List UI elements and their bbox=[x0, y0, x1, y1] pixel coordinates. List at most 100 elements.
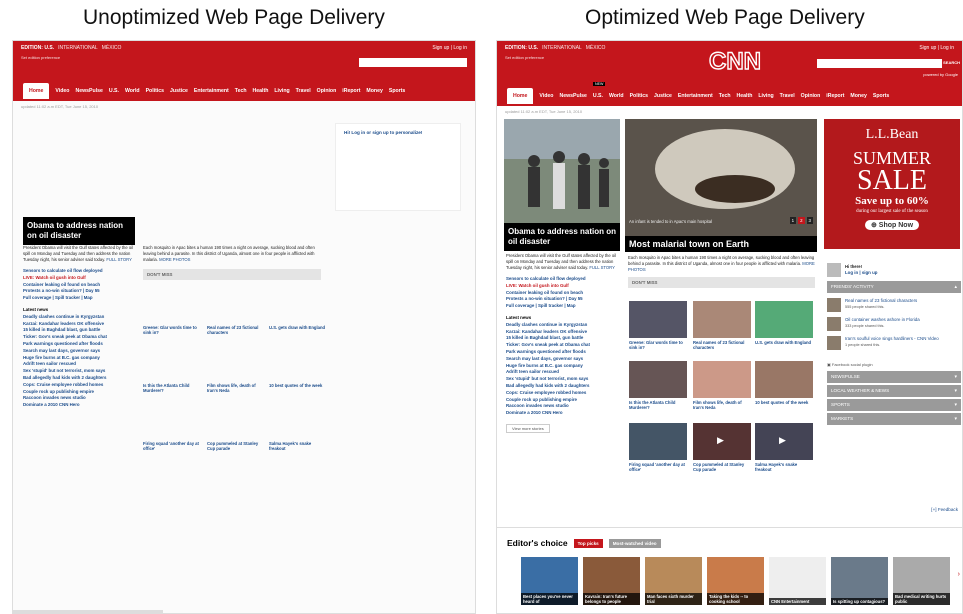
edition-us[interactable]: EDITION: U.S. bbox=[21, 45, 54, 51]
sidebar-tab-markets[interactable]: MARKETS ▾ bbox=[827, 413, 961, 425]
nav-item-entertainment[interactable]: Entertainment bbox=[194, 88, 229, 94]
signin-link[interactable]: Sign up | Log in bbox=[432, 45, 467, 51]
nav-item-living[interactable]: Living bbox=[274, 88, 289, 94]
sidebar-tab-sports[interactable]: SPORTS ▾ bbox=[827, 399, 961, 411]
pager-3[interactable]: 3 bbox=[806, 217, 813, 224]
latest-news-item[interactable]: Ticker: Gov's sneak peek at Obama chat bbox=[506, 342, 622, 349]
nav-item-us[interactable]: U.S. bbox=[593, 93, 603, 99]
nav-item-opinion[interactable]: Opinion bbox=[317, 88, 337, 94]
grid-caption[interactable]: Film shows life, death of Iran's Neda bbox=[693, 400, 751, 410]
latest-news-item[interactable]: Karzai: Kandahar leaders OK offensive bbox=[23, 321, 135, 328]
feedback-link[interactable]: [+] Feedback bbox=[931, 507, 958, 512]
nav-item-health[interactable]: Health bbox=[253, 88, 269, 94]
editors-item[interactable]: Bad medical writing hurts public bbox=[893, 557, 950, 605]
mid-headline[interactable]: Most malarial town on Earth bbox=[625, 236, 817, 252]
friend-link[interactable]: Oil container washes ashore in Florida bbox=[845, 317, 920, 324]
nav-item-video[interactable]: Video bbox=[539, 93, 553, 99]
latest-news-item[interactable]: Karzai: Kandahar leaders OK offensive bbox=[506, 329, 622, 336]
shop-now-button[interactable]: ⊕ Shop Now bbox=[864, 220, 920, 230]
latest-news-item[interactable]: 15 killed in Baghdad blast, gun battle bbox=[23, 327, 135, 334]
full-story-link[interactable]: FULL STORY bbox=[589, 265, 615, 270]
grid-thumbnail[interactable] bbox=[629, 361, 687, 398]
bullet-item[interactable]: Sensors to calculate oil flow deployed bbox=[23, 268, 135, 275]
grid-caption[interactable]: Film shows life, death of Iran's Neda bbox=[207, 383, 265, 393]
latest-news-item[interactable]: Bad allegedly had kids with 2 daughters bbox=[506, 383, 622, 390]
lead-headline[interactable]: Obama to address nation on oil disaster bbox=[23, 217, 135, 245]
grid-thumbnail[interactable] bbox=[629, 301, 687, 338]
nav-item-justice[interactable]: Justice bbox=[170, 88, 188, 94]
tab-top-picks[interactable]: Top picks bbox=[573, 538, 603, 548]
edition-mexico[interactable]: MÉXICO bbox=[586, 45, 606, 51]
latest-news-item[interactable]: Search may last days, governor says bbox=[23, 348, 135, 355]
bullet-item[interactable]: Sensors to calculate oil flow deployed bbox=[506, 276, 622, 283]
grid-thumbnail[interactable] bbox=[755, 361, 813, 398]
grid-caption[interactable]: U.S. gets draw with England bbox=[269, 325, 327, 330]
latest-news-item[interactable]: Deadly clashes continue in Kyrgyzstan bbox=[506, 322, 622, 329]
latest-news-item[interactable]: Ticker: Gov's sneak peek at Obama chat bbox=[23, 334, 135, 341]
mid-photo[interactable]: An infant is tended to in Apac's main ho… bbox=[625, 119, 817, 252]
latest-news-item[interactable]: Deadly clashes continue in Kyrgyzstan bbox=[23, 314, 135, 321]
nav-item-entertainment[interactable]: Entertainment bbox=[678, 93, 713, 99]
grid-thumbnail[interactable] bbox=[755, 301, 813, 338]
editors-item[interactable]: Best places you've never heard of bbox=[521, 557, 578, 605]
editors-item[interactable]: Taking the kids -- to cooking school bbox=[707, 557, 764, 605]
grid-caption[interactable]: Cop pummeled at Stanley Cup parade bbox=[207, 441, 265, 451]
sidebar-tab-localweathernews[interactable]: LOCAL WEATHER & NEWS ▾ bbox=[827, 385, 961, 397]
edition-us[interactable]: EDITION: U.S. bbox=[505, 45, 538, 51]
grid-caption[interactable]: Is this the Atlanta Child Murderer? bbox=[143, 383, 201, 393]
more-photos-link[interactable]: MORE PHOTOS bbox=[159, 257, 190, 262]
user-login-link[interactable]: Log in | sign up bbox=[845, 270, 877, 277]
more-stories-button[interactable]: View more stories bbox=[506, 423, 550, 433]
nav-item-world[interactable]: World bbox=[609, 93, 624, 99]
bullet-item[interactable]: Full coverage | Spill tracker | Map bbox=[23, 295, 135, 302]
search-input[interactable] bbox=[817, 59, 942, 68]
editors-item[interactable]: Man faces sixth murder trial bbox=[645, 557, 702, 605]
nav-item-money[interactable]: Money bbox=[850, 93, 866, 99]
signin-link[interactable]: Sign up | Log in bbox=[919, 45, 954, 51]
editors-item[interactable]: CNN Entertainment bbox=[769, 557, 826, 605]
nav-item-tech[interactable]: Tech bbox=[235, 88, 247, 94]
nav-item-newspulse[interactable]: NewsPulse bbox=[559, 93, 586, 99]
grid-caption[interactable]: Firing squad 'another day at office' bbox=[143, 441, 201, 451]
grid-caption[interactable]: U.S. gets draw with England bbox=[755, 340, 813, 345]
nav-item-home[interactable]: Home bbox=[507, 87, 534, 104]
friend-thumb[interactable] bbox=[827, 336, 841, 350]
latest-news-item[interactable]: Couple rock up publishing empire bbox=[506, 397, 622, 404]
bullet-item[interactable]: Protests a no-win situation? | Day 55 bbox=[23, 288, 135, 295]
latest-news-item[interactable]: Cops: Cruise employee robbed homes bbox=[506, 390, 622, 397]
nav-item-living[interactable]: Living bbox=[758, 93, 773, 99]
latest-news-item[interactable]: Dominate a 2010 CNN Hero bbox=[506, 410, 622, 417]
login-prompt[interactable]: Hi! Log in or sign up to personalize! bbox=[336, 124, 460, 141]
lead-headline[interactable]: Obama to address nation on oil disaster bbox=[504, 223, 620, 251]
latest-news-item[interactable]: Search may last days, governor says bbox=[506, 356, 622, 363]
nav-item-sports[interactable]: Sports bbox=[873, 93, 889, 99]
full-story-link[interactable]: FULL STORY bbox=[106, 257, 132, 262]
nav-item-us[interactable]: U.S. bbox=[109, 88, 119, 94]
grid-caption[interactable]: Firing squad 'another day at office' bbox=[629, 462, 687, 472]
bullet-item[interactable]: Container leaking oil found on beach bbox=[23, 282, 135, 289]
edition-international[interactable]: INTERNATIONAL bbox=[542, 45, 582, 51]
latest-news-item[interactable]: Couple rock up publishing empire bbox=[23, 389, 135, 396]
lead-photo[interactable] bbox=[504, 119, 620, 223]
edition-international[interactable]: INTERNATIONAL bbox=[58, 45, 98, 51]
grid-caption[interactable]: Salma Hayek's snake freakout bbox=[755, 462, 813, 472]
grid-caption[interactable]: Real names of 23 fictional characters bbox=[207, 325, 265, 335]
llbean-ad[interactable]: L.L.Bean SUMMER SALE Save up to 60% duri… bbox=[824, 119, 960, 249]
grid-caption[interactable]: Real names of 23 fictional characters bbox=[693, 340, 751, 350]
latest-news-item[interactable]: Adrift teen sailor rescued bbox=[23, 361, 135, 368]
edition-mexico[interactable]: MÉXICO bbox=[102, 45, 122, 51]
nav-item-health[interactable]: Health bbox=[737, 93, 753, 99]
pager-1[interactable]: 1 bbox=[789, 217, 797, 224]
latest-news-item[interactable]: Raccoon invades news studio bbox=[23, 395, 135, 402]
nav-item-travel[interactable]: Travel bbox=[780, 93, 795, 99]
grid-caption[interactable]: Greene: Glar words time to sink in? bbox=[629, 340, 687, 350]
nav-item-ireport[interactable]: iReport bbox=[826, 93, 844, 99]
nav-item-politics[interactable]: Politics bbox=[630, 93, 648, 99]
grid-thumbnail[interactable] bbox=[693, 301, 751, 338]
tab-most-watched[interactable]: Most-watched video bbox=[608, 538, 661, 548]
latest-news-item[interactable]: Sex 'stupid' but not terrorist, mom says bbox=[23, 368, 135, 375]
latest-news-item[interactable]: Park warnings questioned after floods bbox=[23, 341, 135, 348]
friend-thumb[interactable] bbox=[827, 317, 841, 331]
bullet-item[interactable]: Full coverage | Spill tracker | Map bbox=[506, 303, 622, 310]
editors-item[interactable]: Is spitting up contagious? bbox=[831, 557, 888, 605]
